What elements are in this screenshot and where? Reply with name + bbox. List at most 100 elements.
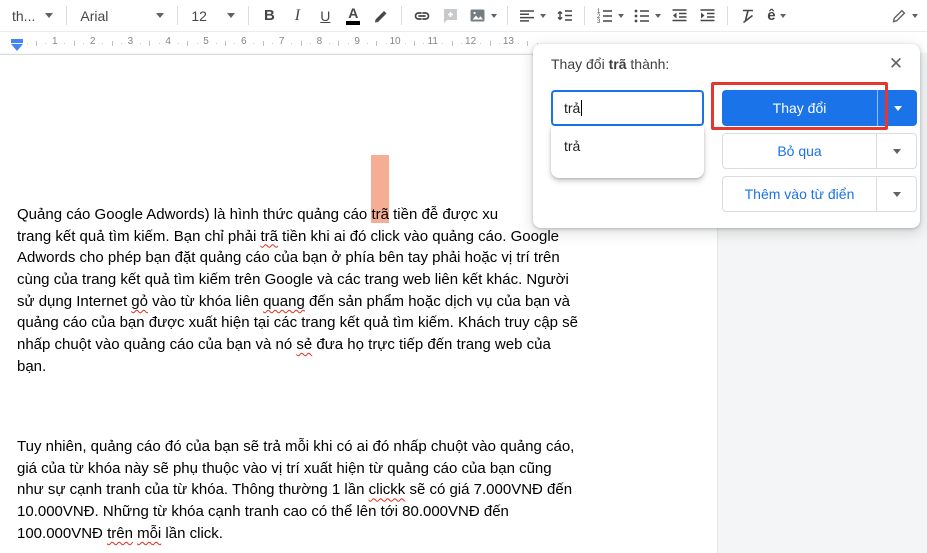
text-color-button[interactable]: A	[340, 3, 366, 29]
add-comment-button[interactable]	[437, 3, 463, 29]
chevron-down-icon	[912, 13, 918, 18]
text-run: sẽ có giá 7.000VNĐ đến	[405, 481, 573, 499]
ruler-tick	[149, 41, 151, 46]
document-line[interactable]: quảng cáo của bạn được xuất hiện tại các…	[17, 312, 578, 334]
text-run: như sự cạnh tranh của từ khóa. Thông thư…	[17, 481, 369, 499]
toolbar: th... Arial 12 B I U A 1 2 3 ê	[0, 0, 927, 31]
text-run: tiền đễ được xu	[388, 206, 499, 223]
bulleted-list-button[interactable]	[629, 3, 664, 29]
ruler-number: 2	[89, 36, 96, 47]
numbered-list-button[interactable]: 1 2 3	[592, 3, 627, 29]
bold-icon: B	[263, 7, 275, 24]
ruler-tick	[376, 41, 378, 46]
document-line[interactable]: 10.000VNĐ. Những từ khóa cạnh tranh cao …	[17, 501, 574, 523]
chevron-down-icon	[491, 13, 498, 18]
highlight-color-button[interactable]	[368, 3, 394, 29]
close-icon[interactable]: ✕	[884, 52, 908, 76]
left-indent-marker[interactable]	[11, 44, 23, 51]
dialog-title-prefix: Thay đổi	[551, 56, 609, 72]
ruler-dot	[442, 43, 444, 44]
style-dropdown[interactable]: th...	[6, 3, 59, 29]
ruler-tick	[187, 41, 189, 46]
suggestion-item[interactable]: trả	[551, 126, 704, 166]
chevron-down-icon	[227, 13, 236, 18]
dialog-title-word: trã	[608, 56, 627, 72]
paragraph-1[interactable]: Quảng cáo Google Adwords) là hình thức q…	[17, 204, 578, 378]
ruler-dot	[177, 43, 179, 44]
editing-mode-button[interactable]	[887, 3, 921, 29]
misspelled-word: gỏ	[131, 292, 148, 310]
chevron-down-icon	[892, 191, 901, 197]
font-dropdown[interactable]: Arial	[74, 3, 170, 29]
ruler-number: 9	[354, 36, 360, 47]
replacement-input[interactable]: trả	[551, 90, 704, 126]
ruler-dot	[480, 43, 482, 44]
document-line[interactable]: Adwords cho phép bạn đặt quảng cáo của b…	[17, 247, 578, 269]
divider	[401, 6, 403, 25]
pencil-icon	[892, 9, 906, 22]
document-line[interactable]: bạn.	[17, 356, 578, 378]
divider	[584, 6, 586, 25]
ruler-dot	[461, 43, 463, 44]
text-run: 100.000VNĐ	[17, 524, 108, 542]
document-line[interactable]: 100.000VNĐ trên mỗi lần click.	[17, 523, 574, 545]
indent-marker[interactable]	[11, 39, 23, 51]
decrease-indent-button[interactable]	[666, 3, 692, 29]
skip-button[interactable]: Bỏ qua	[723, 134, 877, 168]
ruler-dot	[366, 43, 368, 44]
font-size-dropdown[interactable]: 12	[185, 3, 241, 29]
ruler-tick	[35, 41, 37, 46]
ruler-dot	[45, 43, 47, 44]
underline-button[interactable]: U	[312, 3, 338, 29]
text-run: sử dụng Internet	[17, 292, 132, 310]
clear-formatting-button[interactable]	[735, 3, 761, 29]
spellcheck-dialog: Thay đổi trã thành: ✕ trả Thay đổi Bỏ qu…	[533, 44, 920, 228]
first-line-indent-marker[interactable]	[11, 39, 23, 43]
bold-button[interactable]: B	[256, 3, 282, 29]
indent-icon	[700, 9, 715, 22]
text-run: đến sản phẩm hoặc dịch vụ của bạn và	[304, 292, 570, 310]
document-line[interactable]: nhấp chuột vào quảng cáo của bạn và nó s…	[17, 334, 578, 356]
line-spacing-button[interactable]	[551, 3, 577, 29]
change-button[interactable]: Thay đổi	[722, 90, 878, 126]
skip-button-group: Bỏ qua	[722, 133, 917, 169]
add-to-dictionary-dropdown-button[interactable]	[877, 177, 916, 211]
align-button[interactable]	[515, 3, 549, 29]
document-line[interactable]: sử dụng Internet gỏ vào từ khóa liên qua…	[17, 291, 578, 313]
ruler-dot	[272, 43, 274, 44]
insert-link-button[interactable]	[409, 3, 435, 29]
italic-button[interactable]: I	[284, 3, 310, 29]
change-dropdown-button[interactable]	[878, 90, 917, 126]
insert-image-button[interactable]	[465, 3, 500, 29]
input-tools-button[interactable]: ê	[763, 3, 789, 29]
suggestion-dropdown: trả	[551, 126, 704, 178]
bulleted-list-icon	[634, 9, 650, 23]
document-line[interactable]: Tuy nhiên, quảng cáo đó của bạn sẽ trả m…	[17, 436, 574, 458]
document-line[interactable]: trang kết quả tìm kiếm. Bạn chỉ phải trã…	[17, 226, 578, 248]
document-line[interactable]: Quảng cáo Google Adwords) là hình thức q…	[17, 204, 578, 226]
add-to-dictionary-button[interactable]: Thêm vào từ điển	[723, 177, 877, 211]
highlighter-icon	[375, 10, 387, 22]
ruler-number: 7	[278, 36, 285, 47]
input-tools-icon: ê	[767, 7, 776, 24]
divider	[177, 6, 179, 25]
document-line[interactable]: như sự cạnh tranh của từ khóa. Thông thư…	[17, 479, 574, 501]
text-cursor	[581, 100, 583, 116]
paragraph-2[interactable]: Tuy nhiên, quảng cáo đó của bạn sẽ trả m…	[17, 436, 574, 544]
text-run: Tuy nhiên, quảng cáo đó của bạn sẽ trả m…	[17, 438, 575, 455]
misspelled-word: quang	[263, 292, 305, 310]
chevron-down-icon	[655, 13, 662, 18]
skip-dropdown-button[interactable]	[877, 134, 916, 168]
ruler-dot	[158, 43, 160, 44]
ruler-tick	[224, 41, 226, 46]
link-icon	[415, 11, 430, 20]
document-line[interactable]: cùng của trang kết quả tìm kiếm trên Goo…	[17, 269, 578, 291]
divider	[507, 6, 509, 25]
misspelled-word: mỗi	[137, 524, 162, 542]
text-run: tiền khi ai đó click vào quảng cáo. Goog…	[277, 227, 559, 245]
increase-indent-button[interactable]	[694, 3, 720, 29]
text-run: giá của từ khóa này sẽ phụ thuộc vào vị …	[17, 459, 552, 477]
document-line[interactable]: giá của từ khóa này sẽ phụ thuộc vào vị …	[17, 458, 574, 480]
divider	[727, 6, 729, 25]
misspelled-word: trã	[260, 227, 278, 245]
